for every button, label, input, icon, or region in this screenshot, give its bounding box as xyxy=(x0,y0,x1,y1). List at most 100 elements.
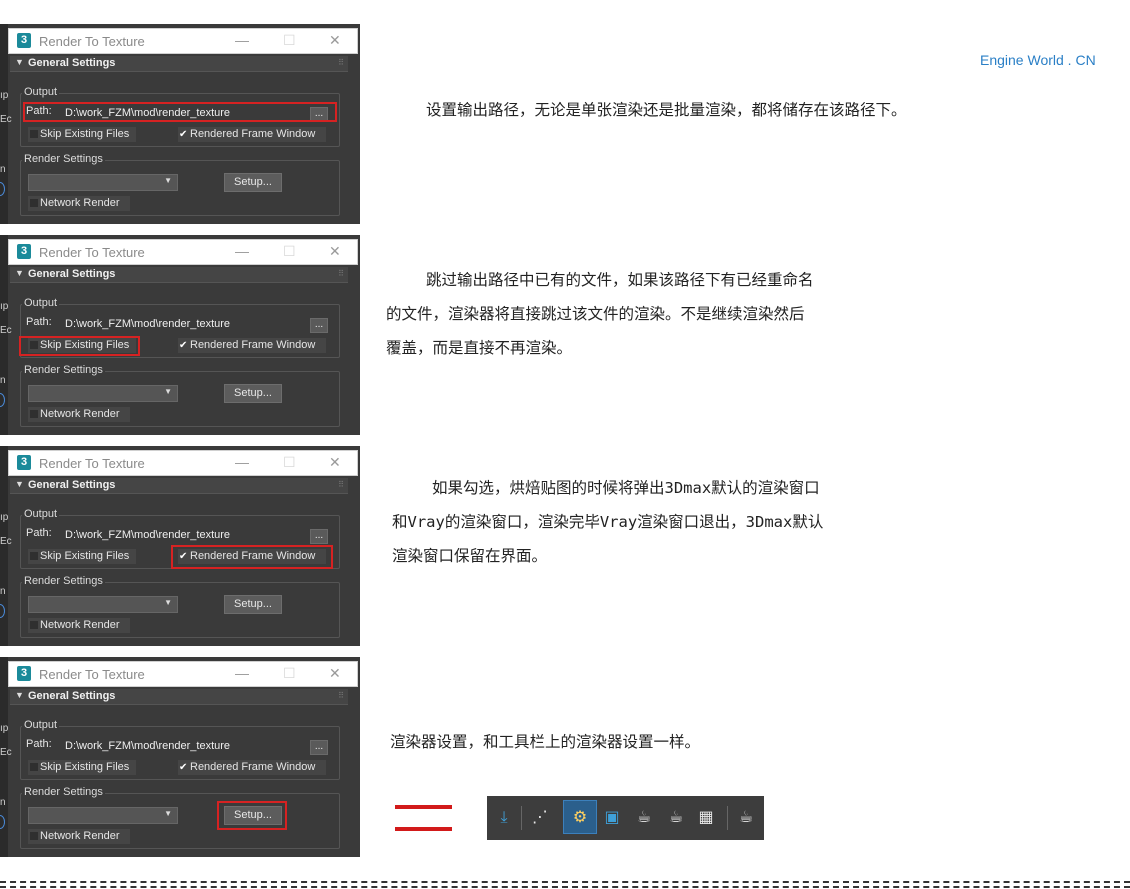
render-preset-dropdown[interactable]: ▼ xyxy=(28,174,178,191)
dropdown-arrow-icon: ▼ xyxy=(164,176,172,185)
path-highlight xyxy=(23,102,337,122)
general-settings-rollout[interactable]: ▼ General Settings ⠿ xyxy=(10,689,348,705)
render-settings-label: Render Settings xyxy=(22,153,105,165)
path-field[interactable]: D:\work_FZM\mod\render_texture xyxy=(65,318,230,330)
path-label: Path: xyxy=(26,738,52,750)
path-field[interactable]: D:\work_FZM\mod\render_texture xyxy=(65,529,230,541)
grip-icon: ⠿ xyxy=(338,480,344,489)
minimize-icon[interactable]: — xyxy=(235,665,249,681)
setup-button[interactable]: Setup... xyxy=(224,595,282,614)
title-bar[interactable]: 3 Render To Texture — ☐ ✕ xyxy=(8,28,358,54)
equals-sign-top xyxy=(395,805,452,809)
general-settings-rollout[interactable]: ▼ General Settings ⠿ xyxy=(10,267,348,283)
checkbox-box xyxy=(30,130,38,138)
skip-existing-checkbox[interactable]: Skip Existing Files xyxy=(28,549,136,564)
render-setup-icon[interactable]: ⚙ xyxy=(563,800,597,834)
title-bar[interactable]: 3 Render To Texture — ☐ ✕ xyxy=(8,239,358,265)
description-1: 设置输出路径，无论是单张渲染还是批量渲染，都将储存在该路径下。 xyxy=(426,93,907,127)
browse-button[interactable]: ... xyxy=(310,740,328,755)
skip-existing-checkbox[interactable]: Skip Existing Files xyxy=(28,127,136,142)
render-settings-label: Render Settings xyxy=(22,786,105,798)
skip-existing-label: Skip Existing Files xyxy=(40,128,130,140)
render-production-icon[interactable]: ☕ xyxy=(631,804,657,830)
strip-text: n xyxy=(0,797,6,808)
equals-sign-bottom xyxy=(395,827,452,831)
grip-icon: ⠿ xyxy=(338,691,344,700)
render-grid-icon[interactable]: ▦ xyxy=(693,804,719,830)
strip-text: ıp xyxy=(0,301,9,312)
setup-button[interactable]: Setup... xyxy=(224,173,282,192)
checkbox-box xyxy=(30,621,38,629)
collapse-arrow-icon: ▼ xyxy=(15,57,24,67)
general-settings-rollout[interactable]: ▼ General Settings ⠿ xyxy=(10,478,348,494)
dashed-divider-top xyxy=(0,881,1130,883)
strip-text: ıp xyxy=(0,512,9,523)
close-icon[interactable]: ✕ xyxy=(329,454,341,471)
maximize-icon[interactable]: ☐ xyxy=(283,32,296,49)
rollout-label: General Settings xyxy=(28,268,116,280)
skip-existing-checkbox[interactable]: Skip Existing Files xyxy=(28,760,136,775)
maximize-icon[interactable]: ☐ xyxy=(283,243,296,260)
strip-text: Ec xyxy=(0,536,12,547)
render-preset-dropdown[interactable]: ▼ xyxy=(28,596,178,613)
render-toolbar: ⤓ ⋰ ⚙ ▣ ☕ ☕ ▦ ☕ xyxy=(487,796,764,840)
maximize-icon[interactable]: ☐ xyxy=(283,454,296,471)
checkbox-box xyxy=(30,552,38,560)
network-render-checkbox[interactable]: Network Render xyxy=(28,196,130,211)
strip-text: ıp xyxy=(0,90,9,101)
setup-button[interactable]: Setup... xyxy=(224,384,282,403)
rollout-label: General Settings xyxy=(28,690,116,702)
setup-highlight xyxy=(217,801,287,830)
collapse-arrow-icon: ▼ xyxy=(15,268,24,278)
title-bar[interactable]: 3 Render To Texture — ☐ ✕ xyxy=(8,450,358,476)
network-render-checkbox[interactable]: Network Render xyxy=(28,829,130,844)
render-iterative-icon[interactable]: ☕ xyxy=(663,804,689,830)
rollout-label: General Settings xyxy=(28,57,116,69)
window-title: Render To Texture xyxy=(39,34,145,49)
checkbox-box xyxy=(30,832,38,840)
network-render-label: Network Render xyxy=(40,619,120,631)
checkmark-icon: ✔ xyxy=(179,762,188,773)
network-render-label: Network Render xyxy=(40,197,120,209)
rendered-frame-window-icon[interactable]: ▣ xyxy=(599,804,625,830)
network-render-checkbox[interactable]: Network Render xyxy=(28,618,130,633)
rendered-frame-window-checkbox[interactable]: ✔ Rendered Frame Window xyxy=(178,760,326,775)
render-preset-dropdown[interactable]: ▼ xyxy=(28,385,178,402)
strip-text: n xyxy=(0,586,6,597)
close-icon[interactable]: ✕ xyxy=(329,32,341,49)
description-line: 渲染窗口保留在界面。 xyxy=(392,547,548,565)
general-settings-rollout[interactable]: ▼ General Settings ⠿ xyxy=(10,56,348,72)
schematic-icon[interactable]: ⋰ xyxy=(527,804,553,830)
output-label: Output xyxy=(22,508,60,520)
minimize-icon[interactable]: — xyxy=(235,243,249,259)
close-icon[interactable]: ✕ xyxy=(329,243,341,260)
network-render-checkbox[interactable]: Network Render xyxy=(28,407,130,422)
browse-button[interactable]: ... xyxy=(310,529,328,544)
rollout-label: General Settings xyxy=(28,479,116,491)
render-to-texture-panel-3: ıp Ec n 3 Render To Texture — ☐ ✕ ▼ Gene… xyxy=(0,446,360,646)
path-field[interactable]: D:\work_FZM\mod\render_texture xyxy=(65,740,230,752)
rendered-frame-window-checkbox[interactable]: ✔ Rendered Frame Window xyxy=(178,338,326,353)
skip-existing-label: Skip Existing Files xyxy=(40,761,130,773)
browse-button[interactable]: ... xyxy=(310,318,328,333)
close-icon[interactable]: ✕ xyxy=(329,665,341,682)
description-line: 渲染器设置，和工具栏上的渲染器设置一样。 xyxy=(390,733,701,751)
rendered-frame-label: Rendered Frame Window xyxy=(190,761,316,773)
strip-text: Ec xyxy=(0,325,12,336)
rendered-frame-window-checkbox[interactable]: ✔ Rendered Frame Window xyxy=(178,127,326,142)
toolbar-separator xyxy=(727,806,728,830)
dropdown-arrow-icon: ▼ xyxy=(164,598,172,607)
minimize-icon[interactable]: — xyxy=(235,32,249,48)
description-4: 渲染器设置，和工具栏上的渲染器设置一样。 xyxy=(390,725,700,759)
strip-text: Ec xyxy=(0,747,12,758)
minimize-icon[interactable]: — xyxy=(235,454,249,470)
toolbar-separator xyxy=(521,806,522,830)
maximize-icon[interactable]: ☐ xyxy=(283,665,296,682)
title-bar[interactable]: 3 Render To Texture — ☐ ✕ xyxy=(8,661,358,687)
network-render-label: Network Render xyxy=(40,408,120,420)
render-preset-dropdown[interactable]: ▼ xyxy=(28,807,178,824)
teapot-render-icon[interactable]: ☕ xyxy=(733,804,759,830)
render-setup-download-icon[interactable]: ⤓ xyxy=(491,804,517,830)
path-label: Path: xyxy=(26,527,52,539)
description-line: 的文件，渲染器将直接跳过该文件的渲染。不是继续渲染然后 xyxy=(386,305,805,323)
